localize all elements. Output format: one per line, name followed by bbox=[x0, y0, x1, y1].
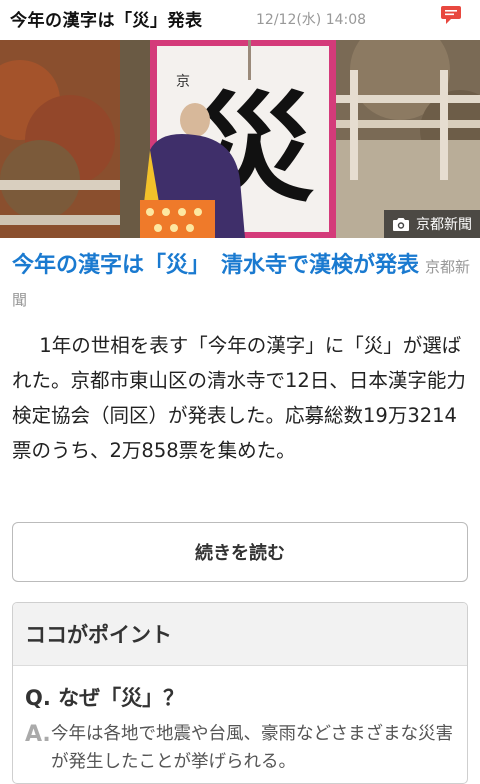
speech-bubble-icon[interactable] bbox=[440, 5, 462, 25]
article-headline[interactable]: 今年の漢字は「災」 清水寺で漢検が発表 京都新聞 bbox=[12, 250, 472, 316]
svg-text:京: 京 bbox=[176, 74, 190, 90]
article-short-title: 今年の漢字は「災」発表 bbox=[10, 11, 203, 31]
headline-text[interactable]: 今年の漢字は「災」 清水寺で漢検が発表 bbox=[12, 253, 419, 278]
article-header: 今年の漢字は「災」発表 12/12(水) 14:08 bbox=[0, 0, 480, 36]
key-points-answer: A. 今年は各地で地震や台風、豪雨などさまざまな災害が発生したことが挙げられる。 bbox=[25, 720, 457, 776]
camera-icon bbox=[393, 217, 409, 231]
answer-text: 今年は各地で地震や台風、豪雨などさまざまな災害が発生したことが挙げられる。 bbox=[51, 724, 453, 772]
read-more-button[interactable]: 続きを読む bbox=[12, 522, 468, 582]
answer-label: A. bbox=[25, 722, 51, 747]
key-points-question: Q. なぜ「災」？ bbox=[25, 686, 185, 710]
key-points-box: ココがポイント Q. なぜ「災」？ A. 今年は各地で地震や台風、豪雨などさまざ… bbox=[12, 602, 468, 784]
kanji-calligraphy-photo: 京 災 bbox=[0, 40, 480, 238]
article-photo[interactable]: 京 災 京都新聞 bbox=[0, 40, 480, 238]
photo-credit: 京都新聞 bbox=[384, 210, 480, 238]
photo-credit-text: 京都新聞 bbox=[416, 217, 472, 233]
key-points-title: ココがポイント bbox=[13, 603, 467, 666]
article-datetime: 12/12(水) 14:08 bbox=[256, 12, 367, 28]
read-more-label: 続きを読む bbox=[195, 543, 285, 564]
article-body: 1年の世相を表す「今年の漢字」に「災」が選ばれた。京都市東山区の清水寺で12日、… bbox=[12, 334, 466, 462]
